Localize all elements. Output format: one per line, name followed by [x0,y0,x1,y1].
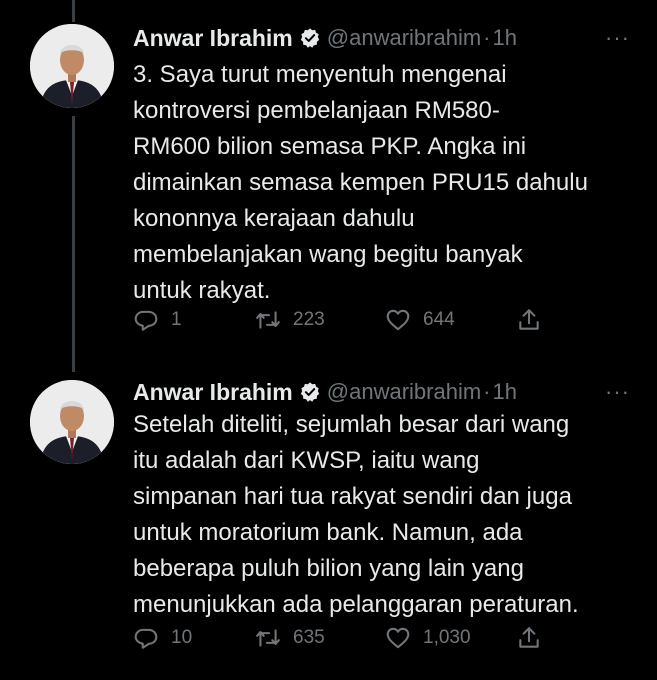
like-icon [386,627,410,649]
retweet-count: 635 [293,627,325,648]
reply-count: 1 [171,309,182,330]
author-name[interactable]: Anwar Ibrahim [133,25,293,52]
retweet-icon [256,629,280,647]
share-icon [519,627,539,648]
retweet-button[interactable]: 223 [255,305,325,335]
like-count: 644 [423,309,455,330]
tweet[interactable]: Anwar Ibrahim @anwaribrahim · 1h ··· 3. … [0,0,657,355]
tweet-header: Anwar Ibrahim @anwaribrahim · 1h [133,23,517,53]
more-options-icon[interactable]: ··· [605,379,630,405]
like-icon [386,309,410,331]
like-count: 1,030 [423,627,471,648]
reply-count: 10 [171,627,193,648]
reply-icon [134,628,158,649]
tweet-actions: 10 635 1,030 [133,623,553,653]
timestamp[interactable]: 1h [492,379,516,405]
verified-badge-icon [300,28,319,48]
tweet-text: Setelah diteliti, sejumlah besar dari wa… [133,411,579,618]
separator-dot: · [483,379,491,404]
share-button[interactable] [516,305,542,335]
reply-icon [134,310,158,331]
retweet-icon [256,311,280,329]
like-button[interactable]: 1,030 [385,623,471,653]
author-handle[interactable]: @anwaribrahim [327,25,481,51]
share-button[interactable] [516,623,542,653]
retweet-count: 223 [293,309,325,330]
verified-badge-icon [300,382,319,402]
retweet-button[interactable]: 635 [255,623,325,653]
like-button[interactable]: 644 [385,305,455,335]
separator-dot: · [483,25,491,50]
share-icon [519,309,539,330]
tweet[interactable]: Anwar Ibrahim @anwaribrahim · 1h ··· Set… [0,355,657,680]
avatar[interactable] [30,380,114,464]
tweet-text: 3. Saya turut menyentuh mengenai kontrov… [133,61,588,304]
author-name[interactable]: Anwar Ibrahim [133,379,293,406]
timestamp[interactable]: 1h [492,25,516,51]
reply-button[interactable]: 1 [133,305,182,335]
avatar[interactable] [30,24,114,108]
reply-button[interactable]: 10 [133,623,192,653]
more-options-icon[interactable]: ··· [605,25,630,51]
tweet-actions: 1 223 644 [133,305,553,335]
tweet-header: Anwar Ibrahim @anwaribrahim · 1h [133,377,517,407]
author-handle[interactable]: @anwaribrahim [327,379,481,405]
